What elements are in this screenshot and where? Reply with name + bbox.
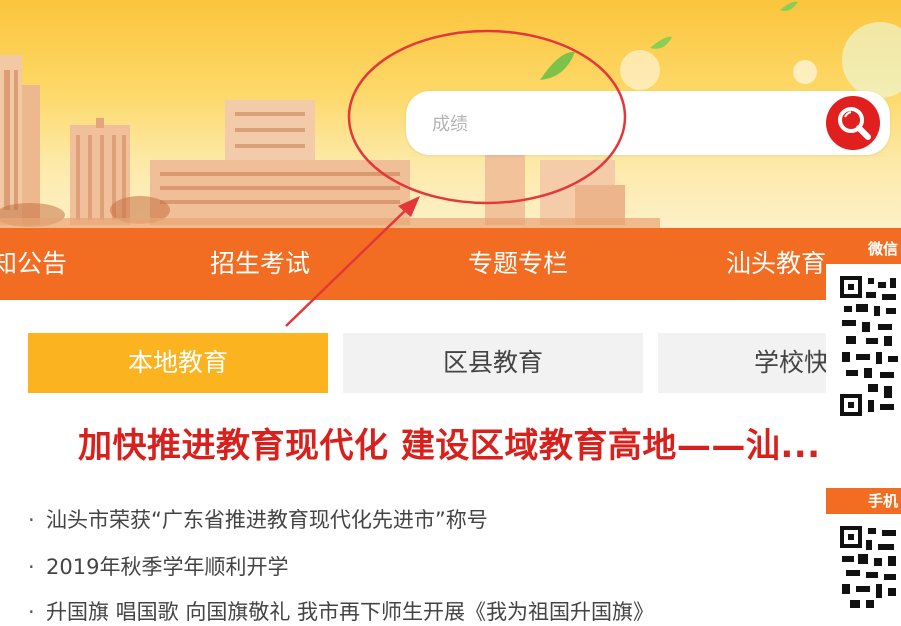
list-item[interactable]: · 升国旗 唱国歌 向国旗敬礼 我市再下师生开展《我为祖国升国旗》: [28, 596, 654, 626]
magnifier-icon: [838, 107, 871, 140]
nav-item-announcements[interactable]: 知公告: [0, 228, 67, 300]
mobile-qr: [826, 516, 901, 610]
search-box: [406, 91, 890, 155]
main-nav: 知公告 招生考试 专题专栏 汕头教育: [0, 228, 901, 300]
list-item[interactable]: · 汕头市荣获“广东省推进教育现代化先进市”称号: [28, 504, 488, 534]
bullet-icon: ·: [28, 555, 35, 579]
qr-sidebar: 微信 手机: [826, 228, 901, 610]
bullet-icon: ·: [28, 600, 35, 624]
tab-school-news[interactable]: 学校快: [658, 333, 838, 393]
mobile-label: 手机: [826, 488, 901, 514]
search-input[interactable]: [430, 105, 814, 143]
tab-local-education[interactable]: 本地教育: [28, 333, 328, 393]
wechat-label: 微信: [826, 236, 901, 262]
bullet-icon: ·: [28, 508, 35, 532]
search-button[interactable]: [826, 96, 880, 150]
wechat-qr: [826, 264, 901, 426]
nav-item-shantou-education[interactable]: 汕头教育: [726, 228, 826, 300]
nav-item-admissions[interactable]: 招生考试: [210, 228, 310, 300]
featured-headline[interactable]: 加快推进教育现代化 建设区域教育高地——汕...: [78, 418, 901, 467]
list-item[interactable]: · 2019年秋季学年顺利开学: [28, 551, 288, 581]
nav-item-special-topics[interactable]: 专题专栏: [468, 228, 568, 300]
mobile-qr-code-icon: [840, 526, 896, 608]
tab-district-education[interactable]: 区县教育: [343, 333, 643, 393]
wechat-qr-code-icon: [840, 276, 898, 416]
